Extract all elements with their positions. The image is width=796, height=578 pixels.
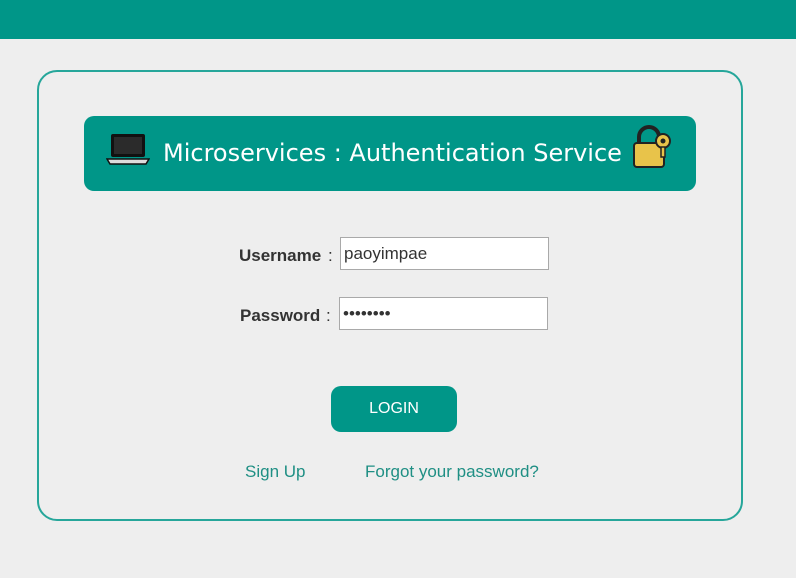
username-separator: : [328,246,333,265]
password-input[interactable] [339,297,548,330]
top-app-bar [0,0,796,39]
lock-key-icon [633,125,671,168]
login-button[interactable]: LOGIN [331,386,457,432]
login-card: Microservices : Authentication Service U… [37,70,743,521]
banner-title: Microservices : Authentication Service [163,139,622,167]
service-banner: Microservices : Authentication Service [84,116,696,191]
laptop-icon [106,134,150,165]
sign-up-link[interactable]: Sign Up [245,462,305,482]
password-separator: : [326,306,331,325]
password-label: Password [240,306,321,325]
username-input[interactable] [340,237,549,270]
forgot-password-link[interactable]: Forgot your password? [365,462,539,482]
username-label: Username [239,246,322,265]
